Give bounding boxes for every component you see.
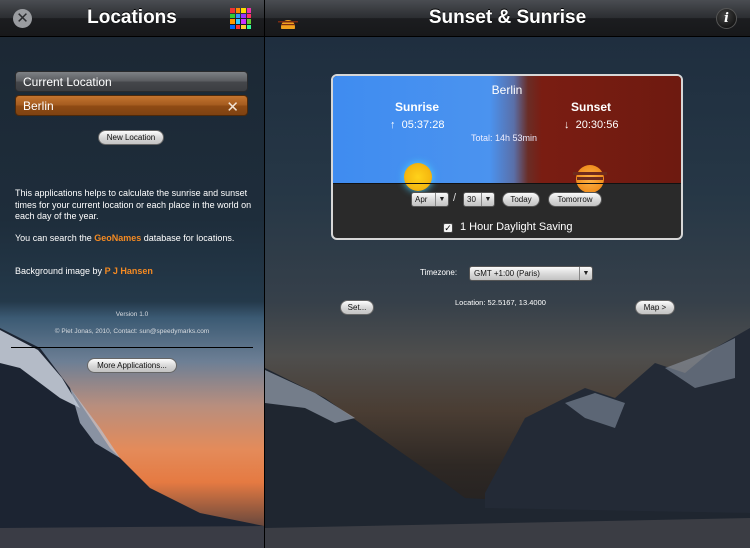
dropdown-arrow-icon: ▼	[435, 193, 448, 206]
horizon-line	[333, 183, 681, 184]
location-coordinates: Location: 52.5167, 13.4000	[455, 298, 546, 307]
location-item-berlin[interactable]: Berlin ✕	[15, 95, 248, 116]
sunrise-time-value: 05:37:28	[401, 119, 445, 131]
section-divider	[11, 347, 253, 348]
sunset-label: Sunset	[571, 100, 612, 114]
day-select[interactable]: 30 ▼	[463, 192, 495, 207]
more-applications-button[interactable]: More Applications...	[87, 358, 177, 373]
set-location-button[interactable]: Set...	[340, 300, 374, 315]
search-info: You can search the GeoNames database for…	[15, 233, 253, 245]
sunrise-time: ↑ 05:37:28	[390, 119, 444, 131]
sunset-time-value: 20:30:56	[575, 119, 619, 131]
sun-times-card: Berlin Sunrise ↑ 05:37:28 Sunset ↓ 20:30…	[331, 74, 683, 240]
location-label: Current Location	[23, 75, 112, 89]
tomorrow-button[interactable]: Tomorrow	[548, 192, 602, 207]
mountain-background	[265, 328, 750, 548]
arrow-down-icon: ↓	[564, 119, 570, 131]
locations-topbar: ✕ Locations	[0, 0, 264, 37]
timezone-value: GMT +1:00 (Paris)	[474, 269, 540, 278]
timezone-select[interactable]: GMT +1:00 (Paris) ▼	[469, 266, 593, 281]
dropdown-arrow-icon: ▼	[579, 267, 592, 280]
version-text: Version 1.0	[115, 311, 149, 318]
credit-link[interactable]: P J Hansen	[105, 266, 153, 276]
clear-icon[interactable]: ✕	[226, 97, 239, 118]
sun-logo-icon	[278, 20, 298, 29]
search-suffix: database for locations.	[141, 233, 235, 243]
date-separator: /	[453, 192, 457, 204]
daylight-saving-checkbox[interactable]: ✓	[443, 223, 453, 233]
info-paragraph: This applications helps to calculate the…	[15, 188, 252, 221]
cloud-stripe	[577, 177, 603, 180]
cloud-stripe	[573, 172, 607, 175]
panel-title: Locations	[87, 7, 177, 28]
map-button[interactable]: Map >	[635, 300, 675, 315]
dropdown-arrow-icon: ▼	[481, 193, 494, 206]
daylight-total: Total: 14h 53min	[471, 133, 538, 143]
sunset-time: ↓ 20:30:56	[564, 119, 618, 131]
location-label: Berlin	[23, 99, 54, 113]
credit-prefix: Background image by	[15, 266, 105, 276]
daylight-saving-label: 1 Hour Daylight Saving	[460, 221, 573, 233]
mountain-background	[0, 328, 264, 548]
month-select[interactable]: Apr ▼	[411, 192, 449, 207]
city-name: Berlin	[491, 83, 523, 97]
copyright-text: © Piet Jonas, 2010, Contact: sun@speedym…	[54, 328, 210, 335]
timezone-label: Timezone:	[420, 268, 458, 277]
arrow-up-icon: ↑	[390, 119, 396, 131]
day-value: 30	[467, 195, 476, 204]
color-grid-icon[interactable]	[230, 8, 251, 29]
background-credit: Background image by P J Hansen	[15, 266, 253, 278]
geonames-link[interactable]: GeoNames	[94, 233, 141, 243]
page-title: Sunset & Sunrise	[428, 7, 587, 28]
location-item-current[interactable]: Current Location	[15, 71, 248, 92]
sun-topbar: Sunset & Sunrise	[265, 0, 750, 37]
search-prefix: You can search the	[15, 233, 95, 243]
info-icon[interactable]: i	[716, 8, 737, 29]
new-location-button[interactable]: New Location	[98, 130, 164, 145]
month-value: Apr	[415, 195, 428, 204]
sunrise-sun-icon	[404, 163, 432, 191]
sunrise-label: Sunrise	[395, 100, 440, 114]
today-button[interactable]: Today	[502, 192, 540, 207]
